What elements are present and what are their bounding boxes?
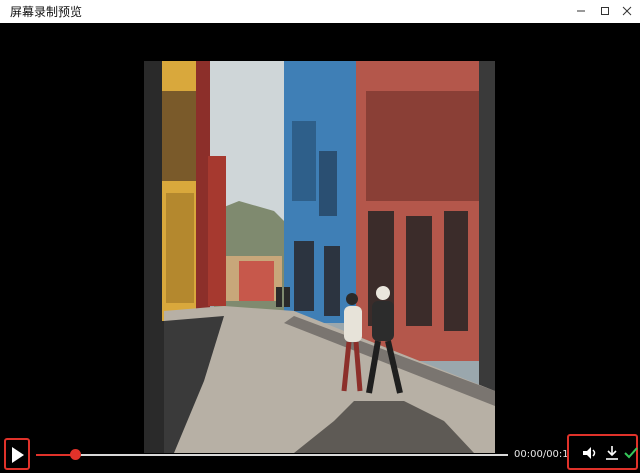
video-frame[interactable] xyxy=(144,61,495,453)
video-stage xyxy=(0,23,640,473)
volume-icon xyxy=(583,447,596,459)
playback-controls: 00:00/00:10 xyxy=(0,434,640,473)
window-title: 屏幕录制预览 xyxy=(10,5,83,19)
action-buttons xyxy=(567,434,638,470)
progress-fill xyxy=(36,454,74,456)
time-display: 00:00/00:10 xyxy=(514,449,568,460)
play-icon xyxy=(12,447,24,463)
title-bar: 屏幕录制预览 xyxy=(0,0,640,23)
volume-button[interactable] xyxy=(581,445,599,461)
confirm-button[interactable] xyxy=(623,445,640,461)
maximize-icon xyxy=(601,7,609,15)
minimize-icon xyxy=(577,10,585,12)
progress-handle[interactable] xyxy=(70,449,81,460)
close-icon xyxy=(622,6,632,16)
play-button[interactable] xyxy=(4,438,30,470)
download-icon xyxy=(606,446,618,460)
progress-bar[interactable] xyxy=(36,454,508,456)
check-icon xyxy=(624,447,638,459)
minimize-button[interactable] xyxy=(568,0,594,23)
download-button[interactable] xyxy=(603,445,621,461)
close-button[interactable] xyxy=(614,0,640,23)
video-preview-image xyxy=(144,61,495,453)
